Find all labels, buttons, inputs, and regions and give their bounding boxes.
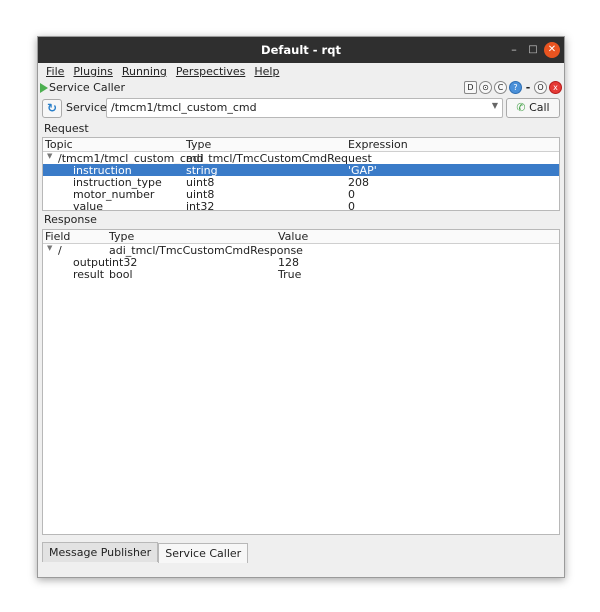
request-header: Topic Type Expression — [43, 138, 559, 152]
call-button[interactable]: ✆ Call — [506, 98, 560, 118]
plugin-controls: D ⊙ C ? - O x — [464, 81, 562, 94]
row-topic: value — [73, 200, 104, 213]
header-type[interactable]: Type — [109, 230, 134, 243]
service-value: /tmcm1/tmcl_custom_cmd — [111, 101, 257, 114]
service-combo[interactable]: /tmcm1/tmcl_custom_cmd ▼ — [106, 98, 503, 118]
dock-icon[interactable]: D — [464, 81, 477, 94]
table-row[interactable]: ▼ /tmcm1/tmcl_custom_cmd adi_tmcl/TmcCus… — [43, 152, 559, 165]
refresh-icon[interactable]: ↻ — [42, 99, 62, 118]
minimize-icon[interactable]: – — [506, 42, 522, 58]
header-expression[interactable]: Expression — [348, 138, 408, 151]
table-row[interactable]: output int32 128 — [43, 256, 559, 269]
plugin-titlebar: Service Caller D ⊙ C ? - O x — [38, 80, 564, 96]
request-label: Request — [44, 122, 89, 135]
table-row[interactable]: value int32 0 — [43, 200, 559, 213]
float-icon[interactable]: O — [534, 81, 547, 94]
minimize-plugin-icon[interactable]: - — [524, 81, 532, 94]
row-value: True — [278, 268, 302, 281]
table-row[interactable]: ▼ / adi_tmcl/TmcCustomCmdResponse — [43, 244, 559, 257]
table-row[interactable]: instruction_type uint8 208 — [43, 176, 559, 189]
phone-icon: ✆ — [516, 101, 526, 114]
response-header: Field Type Value — [43, 230, 559, 244]
reload-icon[interactable]: C — [494, 81, 507, 94]
close-plugin-icon[interactable]: x — [549, 81, 562, 94]
table-row[interactable]: result bool True — [43, 268, 559, 281]
header-value[interactable]: Value — [278, 230, 308, 243]
expand-arrow-icon[interactable]: ▼ — [47, 152, 52, 160]
response-tree[interactable]: Field Type Value ▼ / adi_tmcl/TmcCustomC… — [42, 229, 560, 535]
menu-bar: File Plugins Running Perspectives Help — [38, 63, 564, 80]
tab-service-caller[interactable]: Service Caller — [158, 543, 249, 563]
expand-arrow-icon[interactable]: ▼ — [47, 244, 52, 252]
row-expression[interactable]: 0 — [348, 200, 355, 213]
maximize-icon[interactable]: □ — [525, 42, 541, 58]
tab-message-publisher[interactable]: Message Publisher — [42, 542, 159, 562]
header-topic[interactable]: Topic — [45, 138, 73, 151]
response-label: Response — [44, 213, 97, 226]
table-row[interactable]: motor_number uint8 0 — [43, 188, 559, 201]
plugin-tabs: Message Publisher Service Caller — [42, 542, 249, 563]
request-tree[interactable]: Topic Type Expression ▼ /tmcm1/tmcl_cust… — [42, 137, 560, 213]
plugin-name: Service Caller — [49, 81, 125, 94]
menu-perspectives[interactable]: Perspectives — [176, 65, 245, 80]
menu-file[interactable]: File — [46, 65, 64, 80]
title-bar[interactable]: Default - rqt – □ ✕ — [38, 37, 564, 63]
header-field[interactable]: Field — [45, 230, 70, 243]
header-type[interactable]: Type — [186, 138, 211, 151]
table-row[interactable]: instruction string 'GAP' — [43, 164, 559, 177]
row-field: result — [73, 268, 105, 281]
close-icon[interactable]: ✕ — [544, 42, 560, 58]
settings-icon[interactable]: ⊙ — [479, 81, 492, 94]
chevron-down-icon: ▼ — [491, 101, 498, 110]
menu-running[interactable]: Running — [122, 65, 167, 80]
service-row: ↻ Service /tmcm1/tmcl_custom_cmd ▼ ✆ Cal… — [42, 98, 560, 118]
help-icon[interactable]: ? — [509, 81, 522, 94]
menu-help[interactable]: Help — [254, 65, 279, 80]
play-icon — [40, 83, 48, 93]
row-type: bool — [109, 268, 133, 281]
call-label: Call — [529, 101, 550, 114]
rqt-window: Default - rqt – □ ✕ File Plugins Running… — [37, 36, 565, 578]
menu-plugins[interactable]: Plugins — [73, 65, 112, 80]
row-type: int32 — [186, 200, 215, 213]
service-label: Service — [66, 101, 107, 114]
window-title: Default - rqt — [261, 43, 341, 57]
